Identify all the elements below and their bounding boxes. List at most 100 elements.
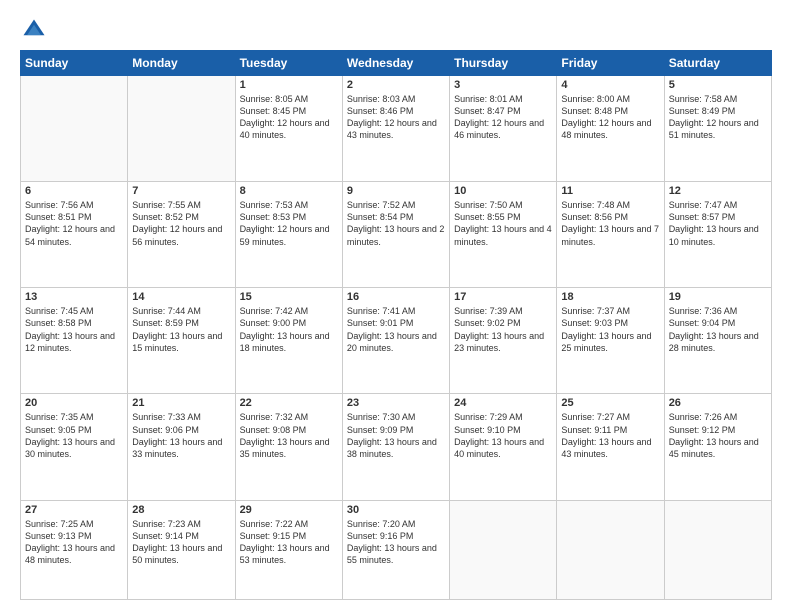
day-number: 1 [240, 79, 338, 91]
calendar-week-row: 1 Sunrise: 8:05 AM Sunset: 8:45 PM Daylig… [21, 76, 772, 182]
day-info: Sunrise: 7:20 AM Sunset: 9:16 PM Dayligh… [347, 518, 445, 567]
table-row: 27 Sunrise: 7:25 AM Sunset: 9:13 PM Dayli… [21, 500, 128, 600]
day-number: 26 [669, 397, 767, 409]
table-row: 30 Sunrise: 7:20 AM Sunset: 9:16 PM Dayli… [342, 500, 449, 600]
col-saturday: Saturday [664, 51, 771, 76]
calendar-table: Sunday Monday Tuesday Wednesday Thursday… [20, 50, 772, 600]
day-info: Sunrise: 7:41 AM Sunset: 9:01 PM Dayligh… [347, 305, 445, 354]
day-number: 12 [669, 185, 767, 197]
table-row: 28 Sunrise: 7:23 AM Sunset: 9:14 PM Dayli… [128, 500, 235, 600]
table-row: 3 Sunrise: 8:01 AM Sunset: 8:47 PM Daylig… [450, 76, 557, 182]
day-number: 13 [25, 291, 123, 303]
table-row: 7 Sunrise: 7:55 AM Sunset: 8:52 PM Daylig… [128, 182, 235, 288]
day-info: Sunrise: 7:53 AM Sunset: 8:53 PM Dayligh… [240, 199, 338, 248]
day-number: 17 [454, 291, 552, 303]
calendar-week-row: 6 Sunrise: 7:56 AM Sunset: 8:51 PM Daylig… [21, 182, 772, 288]
day-number: 30 [347, 504, 445, 516]
col-tuesday: Tuesday [235, 51, 342, 76]
table-row: 18 Sunrise: 7:37 AM Sunset: 9:03 PM Dayli… [557, 288, 664, 394]
table-row [450, 500, 557, 600]
day-info: Sunrise: 8:01 AM Sunset: 8:47 PM Dayligh… [454, 93, 552, 142]
day-info: Sunrise: 7:48 AM Sunset: 8:56 PM Dayligh… [561, 199, 659, 248]
table-row: 13 Sunrise: 7:45 AM Sunset: 8:58 PM Dayli… [21, 288, 128, 394]
day-info: Sunrise: 7:22 AM Sunset: 9:15 PM Dayligh… [240, 518, 338, 567]
day-number: 7 [132, 185, 230, 197]
day-info: Sunrise: 7:25 AM Sunset: 9:13 PM Dayligh… [25, 518, 123, 567]
table-row: 20 Sunrise: 7:35 AM Sunset: 9:05 PM Dayli… [21, 394, 128, 500]
table-row: 8 Sunrise: 7:53 AM Sunset: 8:53 PM Daylig… [235, 182, 342, 288]
day-number: 22 [240, 397, 338, 409]
day-number: 27 [25, 504, 123, 516]
logo-icon [20, 16, 48, 44]
day-info: Sunrise: 7:35 AM Sunset: 9:05 PM Dayligh… [25, 411, 123, 460]
day-number: 20 [25, 397, 123, 409]
day-number: 18 [561, 291, 659, 303]
day-info: Sunrise: 7:47 AM Sunset: 8:57 PM Dayligh… [669, 199, 767, 248]
header-row: Sunday Monday Tuesday Wednesday Thursday… [21, 51, 772, 76]
calendar-week-row: 27 Sunrise: 7:25 AM Sunset: 9:13 PM Dayli… [21, 500, 772, 600]
table-row: 16 Sunrise: 7:41 AM Sunset: 9:01 PM Dayli… [342, 288, 449, 394]
day-number: 16 [347, 291, 445, 303]
day-number: 29 [240, 504, 338, 516]
day-info: Sunrise: 8:05 AM Sunset: 8:45 PM Dayligh… [240, 93, 338, 142]
day-number: 15 [240, 291, 338, 303]
table-row: 26 Sunrise: 7:26 AM Sunset: 9:12 PM Dayli… [664, 394, 771, 500]
table-row: 9 Sunrise: 7:52 AM Sunset: 8:54 PM Daylig… [342, 182, 449, 288]
day-info: Sunrise: 7:45 AM Sunset: 8:58 PM Dayligh… [25, 305, 123, 354]
table-row: 10Sunrise: 7:50 AM Sunset: 8:55 PM Dayli… [450, 182, 557, 288]
page: Sunday Monday Tuesday Wednesday Thursday… [0, 0, 792, 612]
col-thursday: Thursday [450, 51, 557, 76]
table-row: 17 Sunrise: 7:39 AM Sunset: 9:02 PM Dayli… [450, 288, 557, 394]
table-row: 22 Sunrise: 7:32 AM Sunset: 9:08 PM Dayli… [235, 394, 342, 500]
calendar-week-row: 20 Sunrise: 7:35 AM Sunset: 9:05 PM Dayli… [21, 394, 772, 500]
col-friday: Friday [557, 51, 664, 76]
day-number: 9 [347, 185, 445, 197]
logo [20, 16, 52, 44]
day-number: 28 [132, 504, 230, 516]
day-number: 2 [347, 79, 445, 91]
day-info: Sunrise: 7:58 AM Sunset: 8:49 PM Dayligh… [669, 93, 767, 142]
day-number: 8 [240, 185, 338, 197]
day-info: Sunrise: 7:52 AM Sunset: 8:54 PM Dayligh… [347, 199, 445, 248]
day-number: 3 [454, 79, 552, 91]
day-info: Sunrise: 7:27 AM Sunset: 9:11 PM Dayligh… [561, 411, 659, 460]
table-row: 2 Sunrise: 8:03 AM Sunset: 8:46 PM Daylig… [342, 76, 449, 182]
day-number: 6 [25, 185, 123, 197]
table-row: 6 Sunrise: 7:56 AM Sunset: 8:51 PM Daylig… [21, 182, 128, 288]
day-info: Sunrise: 7:56 AM Sunset: 8:51 PM Dayligh… [25, 199, 123, 248]
day-info: Sunrise: 8:00 AM Sunset: 8:48 PM Dayligh… [561, 93, 659, 142]
table-row: 14 Sunrise: 7:44 AM Sunset: 8:59 PM Dayli… [128, 288, 235, 394]
day-number: 14 [132, 291, 230, 303]
table-row: 23 Sunrise: 7:30 AM Sunset: 9:09 PM Dayli… [342, 394, 449, 500]
day-number: 4 [561, 79, 659, 91]
day-info: Sunrise: 7:29 AM Sunset: 9:10 PM Dayligh… [454, 411, 552, 460]
day-info: Sunrise: 7:44 AM Sunset: 8:59 PM Dayligh… [132, 305, 230, 354]
day-info: Sunrise: 8:03 AM Sunset: 8:46 PM Dayligh… [347, 93, 445, 142]
table-row [664, 500, 771, 600]
table-row: 12 Sunrise: 7:47 AM Sunset: 8:57 PM Dayli… [664, 182, 771, 288]
col-sunday: Sunday [21, 51, 128, 76]
day-number: 21 [132, 397, 230, 409]
day-info: Sunrise: 7:50 AM Sunset: 8:55 PM Dayligh… [454, 199, 552, 248]
table-row: 25Sunrise: 7:27 AM Sunset: 9:11 PM Dayli… [557, 394, 664, 500]
day-info: Sunrise: 7:37 AM Sunset: 9:03 PM Dayligh… [561, 305, 659, 354]
day-info: Sunrise: 7:23 AM Sunset: 9:14 PM Dayligh… [132, 518, 230, 567]
table-row: 19 Sunrise: 7:36 AM Sunset: 9:04 PM Dayli… [664, 288, 771, 394]
col-monday: Monday [128, 51, 235, 76]
day-info: Sunrise: 7:39 AM Sunset: 9:02 PM Dayligh… [454, 305, 552, 354]
table-row: 11 Sunrise: 7:48 AM Sunset: 8:56 PM Dayli… [557, 182, 664, 288]
day-info: Sunrise: 7:36 AM Sunset: 9:04 PM Dayligh… [669, 305, 767, 354]
table-row: 29 Sunrise: 7:22 AM Sunset: 9:15 PM Dayli… [235, 500, 342, 600]
table-row: 15Sunrise: 7:42 AM Sunset: 9:00 PM Dayli… [235, 288, 342, 394]
day-number: 11 [561, 185, 659, 197]
day-info: Sunrise: 7:26 AM Sunset: 9:12 PM Dayligh… [669, 411, 767, 460]
table-row: 1 Sunrise: 8:05 AM Sunset: 8:45 PM Daylig… [235, 76, 342, 182]
table-row: 4 Sunrise: 8:00 AM Sunset: 8:48 PM Daylig… [557, 76, 664, 182]
day-number: 23 [347, 397, 445, 409]
day-number: 5 [669, 79, 767, 91]
day-number: 19 [669, 291, 767, 303]
header [20, 16, 772, 44]
day-info: Sunrise: 7:30 AM Sunset: 9:09 PM Dayligh… [347, 411, 445, 460]
day-info: Sunrise: 7:32 AM Sunset: 9:08 PM Dayligh… [240, 411, 338, 460]
day-info: Sunrise: 7:55 AM Sunset: 8:52 PM Dayligh… [132, 199, 230, 248]
